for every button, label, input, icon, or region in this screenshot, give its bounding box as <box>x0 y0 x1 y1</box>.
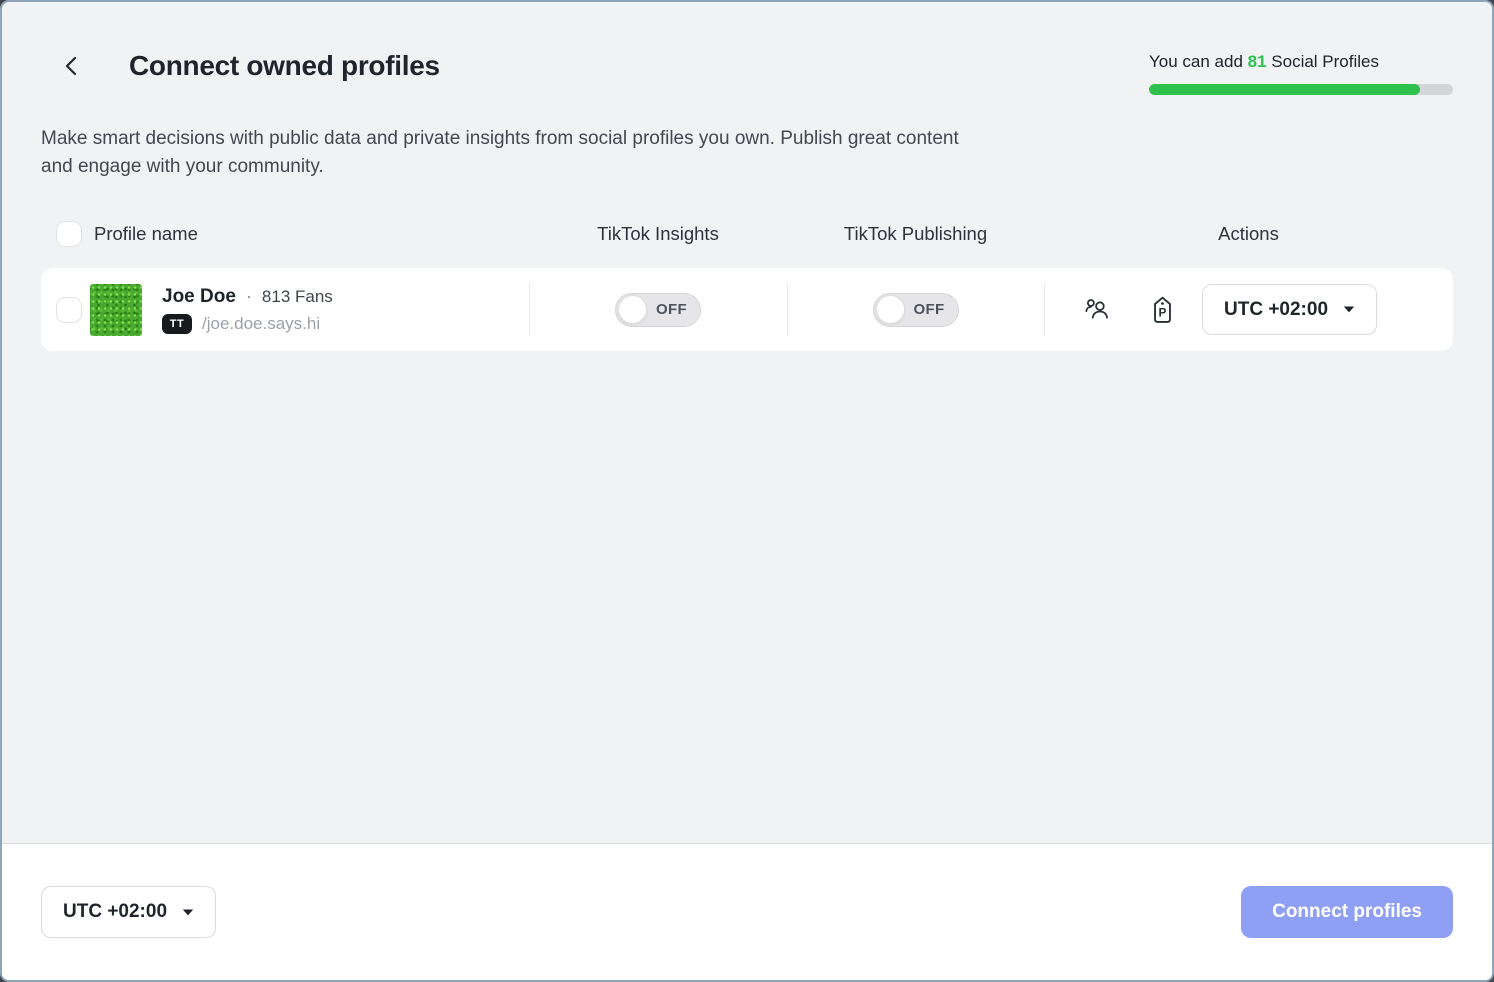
publishing-toggle[interactable]: OFF <box>873 293 959 327</box>
profile-avatar <box>90 284 142 336</box>
main-content: Connect owned profiles You can add 81 So… <box>2 2 1492 843</box>
row-timezone-value: UTC +02:00 <box>1224 299 1328 321</box>
insights-cell: OFF <box>529 268 787 351</box>
profiles-quota: You can add 81 Social Profiles <box>1149 48 1453 95</box>
column-header-tiktok-publishing: TikTok Publishing <box>787 223 1044 245</box>
profile-handle-row: TT /joe.doe.says.hi <box>162 314 333 334</box>
profile-name-block: Joe Doe · 813 Fans TT /joe.doe.says.hi <box>162 286 333 334</box>
profile-handle: /joe.doe.says.hi <box>202 314 320 334</box>
footer-timezone-dropdown[interactable]: UTC +02:00 <box>41 886 216 938</box>
quota-count: 81 <box>1248 52 1267 71</box>
users-icon <box>1083 297 1110 323</box>
select-all-checkbox[interactable] <box>56 221 82 247</box>
tag-p-icon: P <box>1150 296 1175 324</box>
profile-name: Joe Doe <box>162 286 236 308</box>
header-profile-cell: Profile name <box>41 221 529 247</box>
publishing-toggle-label: OFF <box>905 301 954 318</box>
connect-profiles-button[interactable]: Connect profiles <box>1241 886 1453 938</box>
footer-bar: UTC +02:00 Connect profiles <box>2 843 1492 980</box>
chevron-left-icon <box>62 55 80 77</box>
tag-letter: P <box>1159 305 1167 319</box>
page-title: Connect owned profiles <box>129 48 440 84</box>
chevron-down-icon <box>182 909 194 916</box>
audience-button[interactable] <box>1083 297 1110 323</box>
row-timezone-dropdown[interactable]: UTC +02:00 <box>1202 284 1377 335</box>
publishing-cell: OFF <box>787 268 1044 351</box>
chevron-down-icon <box>1343 306 1355 313</box>
pricing-tag-button[interactable]: P <box>1150 296 1175 324</box>
top-bar: Connect owned profiles You can add 81 So… <box>41 48 1453 95</box>
column-header-profile-name: Profile name <box>94 223 198 245</box>
quota-text: You can add 81 Social Profiles <box>1149 52 1453 72</box>
footer-timezone-value: UTC +02:00 <box>63 901 167 923</box>
profiles-progress-fill <box>1149 84 1420 95</box>
row-checkbox[interactable] <box>56 297 82 323</box>
quota-suffix: Social Profiles <box>1267 52 1379 71</box>
profile-name-row: Joe Doe · 813 Fans <box>162 286 333 308</box>
back-button[interactable] <box>53 48 89 84</box>
connect-profiles-modal: Connect owned profiles You can add 81 So… <box>0 0 1494 982</box>
column-header-tiktok-insights: TikTok Insights <box>529 223 787 245</box>
name-separator: · <box>246 286 252 307</box>
profile-row: Joe Doe · 813 Fans TT /joe.doe.says.hi O… <box>41 268 1453 351</box>
toggle-knob <box>618 295 647 324</box>
toggle-knob <box>876 295 905 324</box>
insights-toggle-label: OFF <box>647 301 696 318</box>
empty-area <box>41 351 1453 843</box>
insights-toggle[interactable]: OFF <box>615 293 701 327</box>
quota-prefix: You can add <box>1149 52 1248 71</box>
fans-count: 813 Fans <box>262 287 333 307</box>
page-subtitle: Make smart decisions with public data an… <box>41 125 991 181</box>
profiles-progress-track <box>1149 84 1453 95</box>
table-header: Profile name TikTok Insights TikTok Publ… <box>41 221 1453 247</box>
column-header-actions: Actions <box>1044 223 1453 245</box>
actions-cell: P UTC +02:00 <box>1044 268 1453 351</box>
tiktok-badge-icon: TT <box>162 314 192 334</box>
profile-cell: Joe Doe · 813 Fans TT /joe.doe.says.hi <box>41 268 529 351</box>
